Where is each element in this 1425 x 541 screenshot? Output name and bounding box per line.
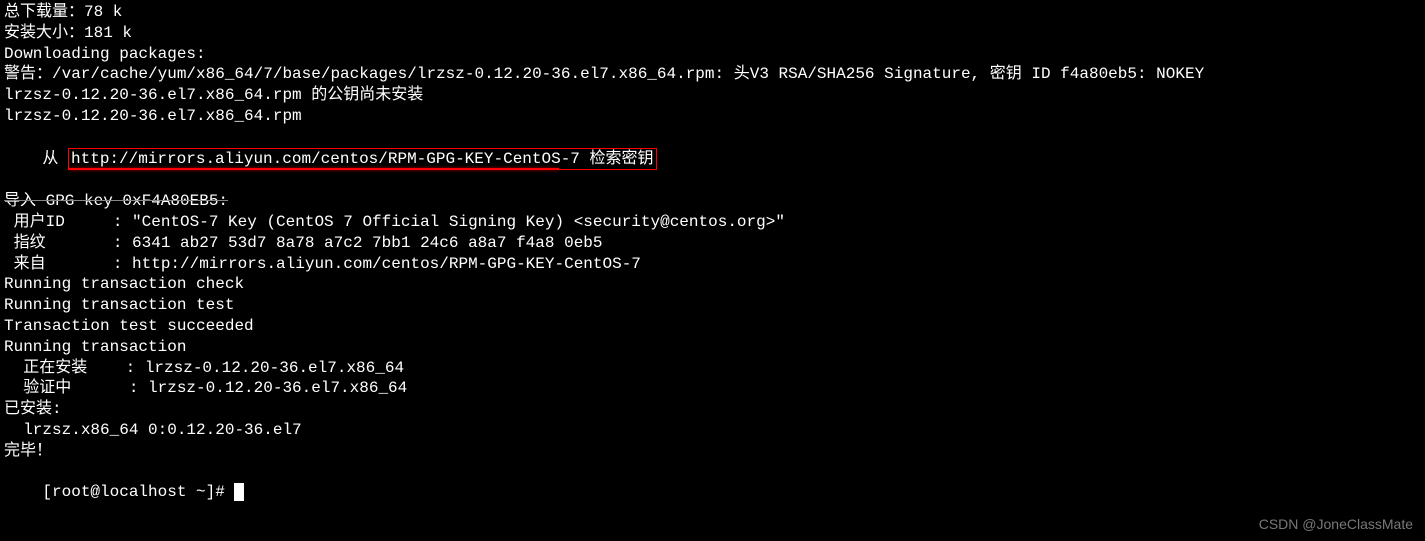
- output-line: Running transaction check: [4, 274, 1421, 295]
- output-line: Transaction test succeeded: [4, 316, 1421, 337]
- output-line: 验证中 : lrzsz-0.12.20-36.el7.x86_64: [4, 378, 1421, 399]
- cursor-icon: [234, 483, 244, 501]
- red-underline-annotation: [69, 168, 559, 170]
- output-line: 已安装:: [4, 399, 1421, 420]
- output-line: 总下载量：78 k: [4, 2, 1421, 23]
- output-line: lrzsz-0.12.20-36.el7.x86_64.rpm 的公钥尚未安装: [4, 85, 1421, 106]
- output-line: 安装大小：181 k: [4, 23, 1421, 44]
- shell-prompt: [root@localhost ~]#: [42, 483, 234, 501]
- output-line: Running transaction: [4, 337, 1421, 358]
- terminal-output[interactable]: 总下载量：78 k 安装大小：181 k Downloading package…: [4, 2, 1421, 524]
- output-line: lrzsz-0.12.20-36.el7.x86_64.rpm: [4, 106, 1421, 127]
- output-line: 来自 : http://mirrors.aliyun.com/centos/RP…: [4, 254, 1421, 275]
- output-line: Running transaction test: [4, 295, 1421, 316]
- output-line: 正在安装 : lrzsz-0.12.20-36.el7.x86_64: [4, 358, 1421, 379]
- output-line: 导入 GPG key 0xF4A80EB5:: [4, 191, 1421, 212]
- output-line-highlighted: 从 http://mirrors.aliyun.com/centos/RPM-G…: [4, 127, 1421, 191]
- prompt-line[interactable]: [root@localhost ~]#: [4, 462, 1421, 524]
- output-line: 警告：/var/cache/yum/x86_64/7/base/packages…: [4, 64, 1421, 85]
- output-line: 完毕！: [4, 441, 1421, 462]
- highlight-box: http://mirrors.aliyun.com/centos/RPM-GPG…: [68, 148, 657, 171]
- output-line: lrzsz.x86_64 0:0.12.20-36.el7: [4, 420, 1421, 441]
- output-line: 用户ID : "CentOS-7 Key (CentOS 7 Official …: [4, 212, 1421, 233]
- output-line: Downloading packages:: [4, 44, 1421, 65]
- output-text: 从: [42, 150, 68, 168]
- output-line: 指纹 : 6341 ab27 53d7 8a78 a7c2 7bb1 24c6 …: [4, 233, 1421, 254]
- watermark-text: CSDN @JoneClassMate: [1259, 515, 1413, 533]
- highlighted-url: http://mirrors.aliyun.com/centos/RPM-GPG…: [71, 150, 654, 168]
